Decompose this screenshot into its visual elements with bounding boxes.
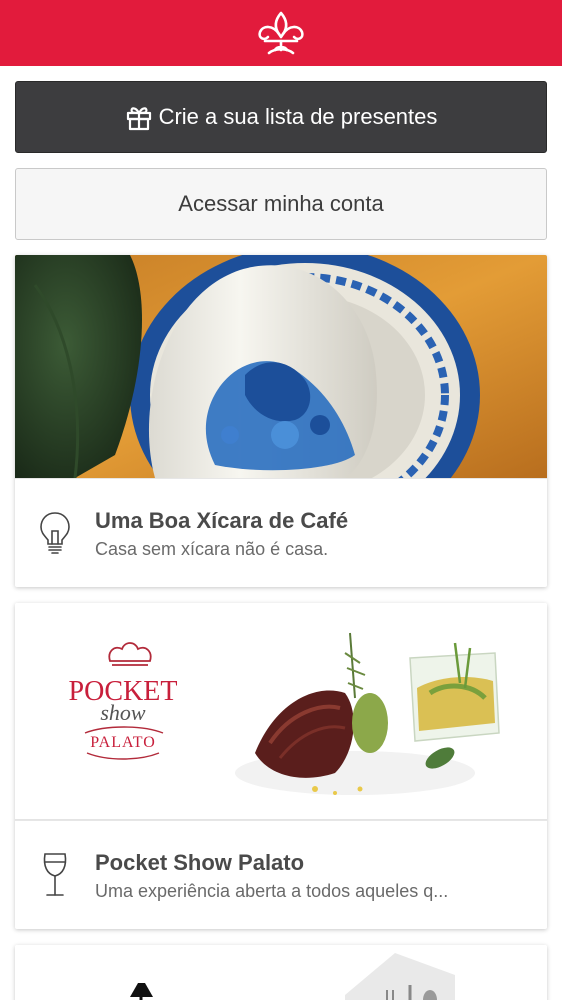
- access-account-button[interactable]: Acessar minha conta: [15, 168, 547, 240]
- card-subtitle: Uma experiência aberta a todos aqueles q…: [95, 880, 449, 901]
- card-image: POCKET show PALATO: [15, 603, 547, 820]
- svg-text:PALATO: PALATO: [90, 734, 156, 751]
- app-header: [0, 0, 562, 66]
- fleur-de-lis-icon[interactable]: [253, 10, 309, 56]
- card-image: [15, 255, 547, 478]
- wine-glass-icon: [43, 853, 67, 896]
- svg-text:show: show: [100, 700, 146, 725]
- content-card[interactable]: [15, 945, 547, 1000]
- card-image: [15, 945, 547, 1000]
- create-gift-list-button[interactable]: Crie a sua lista de presentes: [15, 81, 547, 153]
- card-title: Uma Boa Xícara de Café: [95, 507, 349, 533]
- lightbulb-icon: [40, 512, 70, 554]
- content-card[interactable]: POCKET show PALATO Pocket Show Palato Um…: [15, 603, 547, 929]
- pocket-show-palato-logo: POCKET show PALATO: [69, 642, 177, 760]
- card-subtitle: Casa sem xícara não é casa.: [95, 538, 329, 559]
- content-card[interactable]: Uma Boa Xícara de Café Casa sem xícara n…: [15, 255, 547, 587]
- card-title: Pocket Show Palato: [95, 849, 305, 875]
- access-account-label: Acessar minha conta: [178, 191, 384, 216]
- create-gift-list-label: Crie a sua lista de presentes: [158, 104, 438, 129]
- card-info[interactable]: Uma Boa Xícara de Café Casa sem xícara n…: [15, 478, 547, 587]
- card-info[interactable]: Pocket Show Palato Uma experiência abert…: [15, 820, 547, 929]
- gift-icon: [126, 107, 151, 131]
